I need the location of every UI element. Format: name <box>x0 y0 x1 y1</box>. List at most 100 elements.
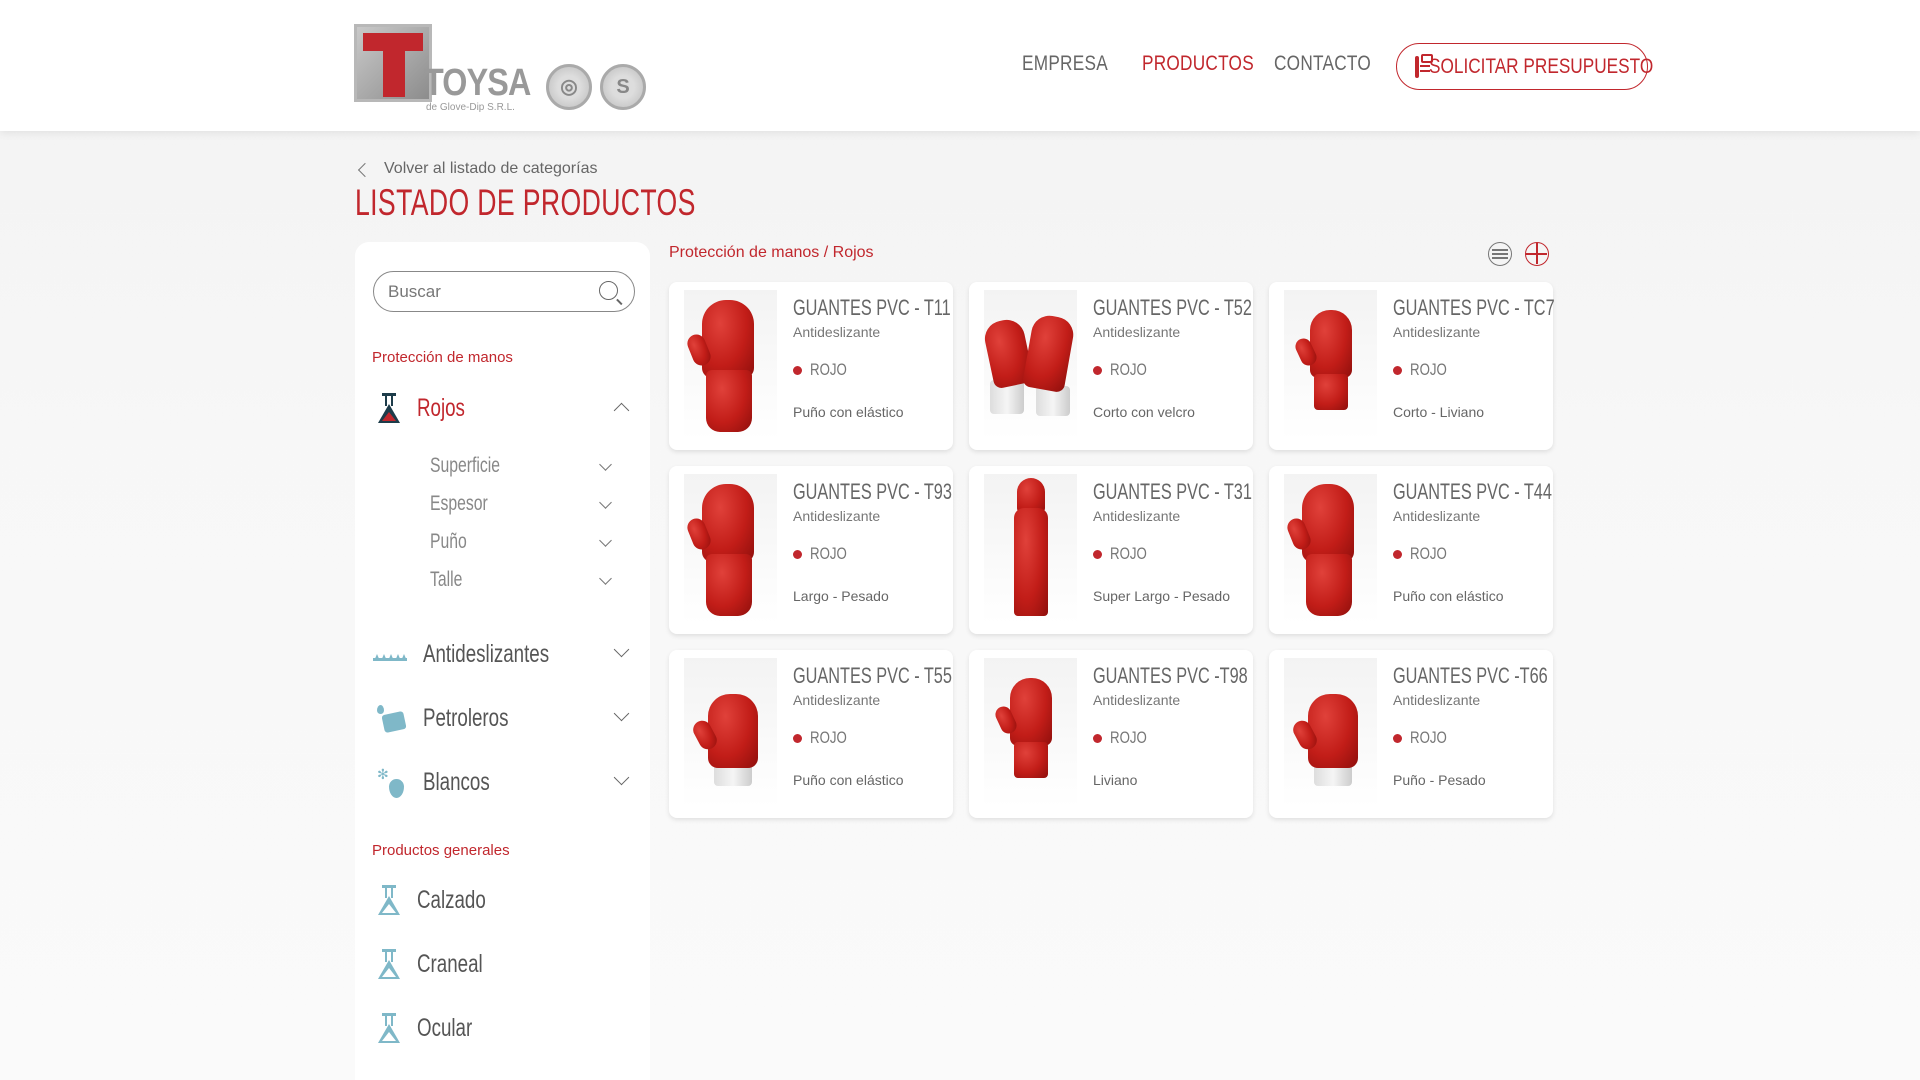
category-ocular[interactable]: Ocular <box>373 1008 635 1048</box>
search-box <box>373 271 635 312</box>
chevron-up-icon[interactable] <box>613 402 630 419</box>
filter-superficie[interactable]: Superficie <box>430 452 612 480</box>
product-color: ROJO <box>1093 728 1157 748</box>
color-dot-icon <box>1093 365 1102 375</box>
product-name[interactable]: GUANTES PVC - T93 <box>793 479 952 505</box>
product-image[interactable] <box>1284 290 1377 440</box>
grid-view-icon[interactable] <box>1525 242 1549 266</box>
product-color: ROJO <box>793 728 857 748</box>
product-name[interactable]: GUANTES PVC - TC7 <box>1393 295 1555 321</box>
product-card[interactable]: GUANTES PVC - T55 Antideslizante ROJO Puño … <box>669 650 953 818</box>
nav-empresa[interactable]: EMPRESA <box>1022 52 1108 76</box>
red-glove-elastic-cuff-icon <box>684 658 777 808</box>
product-color: ROJO <box>793 360 857 380</box>
color-label: ROJO <box>810 544 847 563</box>
product-card[interactable]: GUANTES PVC - T11 Antideslizante ROJO Puño … <box>669 282 953 450</box>
product-name[interactable]: GUANTES PVC - T44 <box>1393 479 1552 505</box>
section-heading-generales: Productos generales <box>372 842 510 859</box>
product-image[interactable] <box>684 474 777 624</box>
iram-seal-icon: ◎ <box>546 64 592 110</box>
product-card[interactable]: GUANTES PVC - T52 Antideslizante ROJO Corto… <box>969 282 1253 450</box>
product-card[interactable]: GUANTES PVC - T93 Antideslizante ROJO Largo… <box>669 466 953 634</box>
snowflake-drop-icon: ✻ <box>377 767 407 799</box>
nav-contacto[interactable]: CONTACTO <box>1274 52 1371 76</box>
brand-name: TOYSA <box>424 62 531 104</box>
product-color: ROJO <box>793 544 857 564</box>
filter-sidebar: Protección de manos Rojos Superficie Esp… <box>355 242 650 1080</box>
product-type: Antideslizante <box>793 692 881 708</box>
product-image[interactable] <box>984 658 1077 808</box>
chevron-down-icon <box>613 641 630 658</box>
brand-subtitle: de Glove-Dip S.R.L. <box>426 102 515 113</box>
product-type: Antideslizante <box>793 508 881 524</box>
product-name[interactable]: GUANTES PVC - T11 <box>793 295 951 321</box>
list-view-icon[interactable] <box>1488 242 1512 266</box>
toysa-logo[interactable]: TOYSA de Glove-Dip S.R.L. ◎ S <box>354 24 654 118</box>
category-antideslizantes[interactable]: Antideslizantes <box>373 634 635 674</box>
category-label: Ocular <box>417 1013 473 1042</box>
color-dot-icon <box>793 365 802 375</box>
category-craneal[interactable]: Craneal <box>373 944 635 984</box>
category-petroleros[interactable]: Petroleros <box>373 698 635 738</box>
product-card[interactable]: GUANTES PVC -T98 Antideslizante ROJO Livian… <box>969 650 1253 818</box>
color-label: ROJO <box>1410 728 1447 747</box>
red-glove-long-icon <box>684 474 777 624</box>
color-dot-icon <box>1093 733 1102 743</box>
chevron-down-icon <box>599 458 612 471</box>
toysa-t-logo-icon <box>354 24 432 102</box>
product-type: Antideslizante <box>1093 508 1181 524</box>
product-name[interactable]: GUANTES PVC -T66 <box>1393 663 1548 689</box>
red-glove-elastic-cuff-icon <box>1284 658 1377 808</box>
category-label: Antideslizantes <box>423 639 550 668</box>
product-color: ROJO <box>1393 544 1457 564</box>
cta-label: SOLICITAR PRESUPUESTO <box>1429 54 1654 78</box>
search-input[interactable] <box>388 281 588 302</box>
product-color: ROJO <box>1093 360 1157 380</box>
color-dot-icon <box>1393 549 1402 559</box>
chevron-left-icon <box>357 162 373 177</box>
product-card[interactable]: GUANTES PVC - TC7 Antideslizante ROJO Corto… <box>1269 282 1555 450</box>
s-mark-seal-icon: S <box>600 64 646 110</box>
product-type: Antideslizante <box>1093 324 1181 340</box>
color-label: ROJO <box>1110 728 1147 747</box>
red-glove-long-icon <box>1284 474 1377 624</box>
product-image[interactable] <box>684 290 777 440</box>
category-calzado[interactable]: Calzado <box>373 880 635 920</box>
product-name[interactable]: GUANTES PVC - T52 <box>1093 295 1252 321</box>
product-name[interactable]: GUANTES PVC - T55 <box>793 663 952 689</box>
filter-label: Espesor <box>430 492 488 515</box>
product-image[interactable] <box>1284 474 1377 624</box>
product-image[interactable] <box>984 474 1077 624</box>
flask-icon <box>378 949 400 981</box>
product-image[interactable] <box>1284 658 1377 808</box>
breadcrumb[interactable]: Protección de manos / Rojos <box>669 244 874 262</box>
product-name[interactable]: GUANTES PVC -T98 <box>1093 663 1248 689</box>
product-image[interactable] <box>984 290 1077 440</box>
color-label: ROJO <box>810 360 847 379</box>
category-blancos[interactable]: ✻ Blancos <box>373 762 635 802</box>
filter-espesor[interactable]: Espesor <box>430 490 612 518</box>
product-name[interactable]: GUANTES PVC - T31 <box>1093 479 1252 505</box>
color-dot-icon <box>1393 733 1402 743</box>
chevron-down-icon <box>613 769 630 786</box>
product-type: Antideslizante <box>1393 324 1481 340</box>
category-rojos[interactable]: Rojos <box>373 388 635 428</box>
product-card[interactable]: GUANTES PVC -T66 Antideslizante ROJO Puño -… <box>1269 650 1553 818</box>
search-icon[interactable] <box>599 281 618 300</box>
nav-productos[interactable]: PRODUCTOS <box>1142 52 1254 76</box>
product-type: Antideslizante <box>1393 692 1481 708</box>
section-heading-proteccion: Protección de manos <box>372 349 513 366</box>
product-card[interactable]: GUANTES PVC - T44 Antideslizante ROJO Puño … <box>1269 466 1553 634</box>
product-type: Antideslizante <box>1393 508 1481 524</box>
red-glove-short-icon <box>1284 290 1377 440</box>
product-card[interactable]: GUANTES PVC - T31 Antideslizante ROJO Super… <box>969 466 1253 634</box>
filter-puno[interactable]: Puño <box>430 528 612 556</box>
product-description: Liviano <box>1093 772 1138 788</box>
back-to-categories-link[interactable]: Volver al listado de categorías <box>357 160 597 178</box>
product-description: Corto - Liviano <box>1393 404 1485 420</box>
chevron-down-icon <box>599 534 612 547</box>
product-description: Puño - Pesado <box>1393 772 1486 788</box>
product-image[interactable] <box>684 658 777 808</box>
solicitar-presupuesto-button[interactable]: SOLICITAR PRESUPUESTO <box>1396 43 1653 90</box>
filter-talle[interactable]: Talle <box>430 566 612 594</box>
